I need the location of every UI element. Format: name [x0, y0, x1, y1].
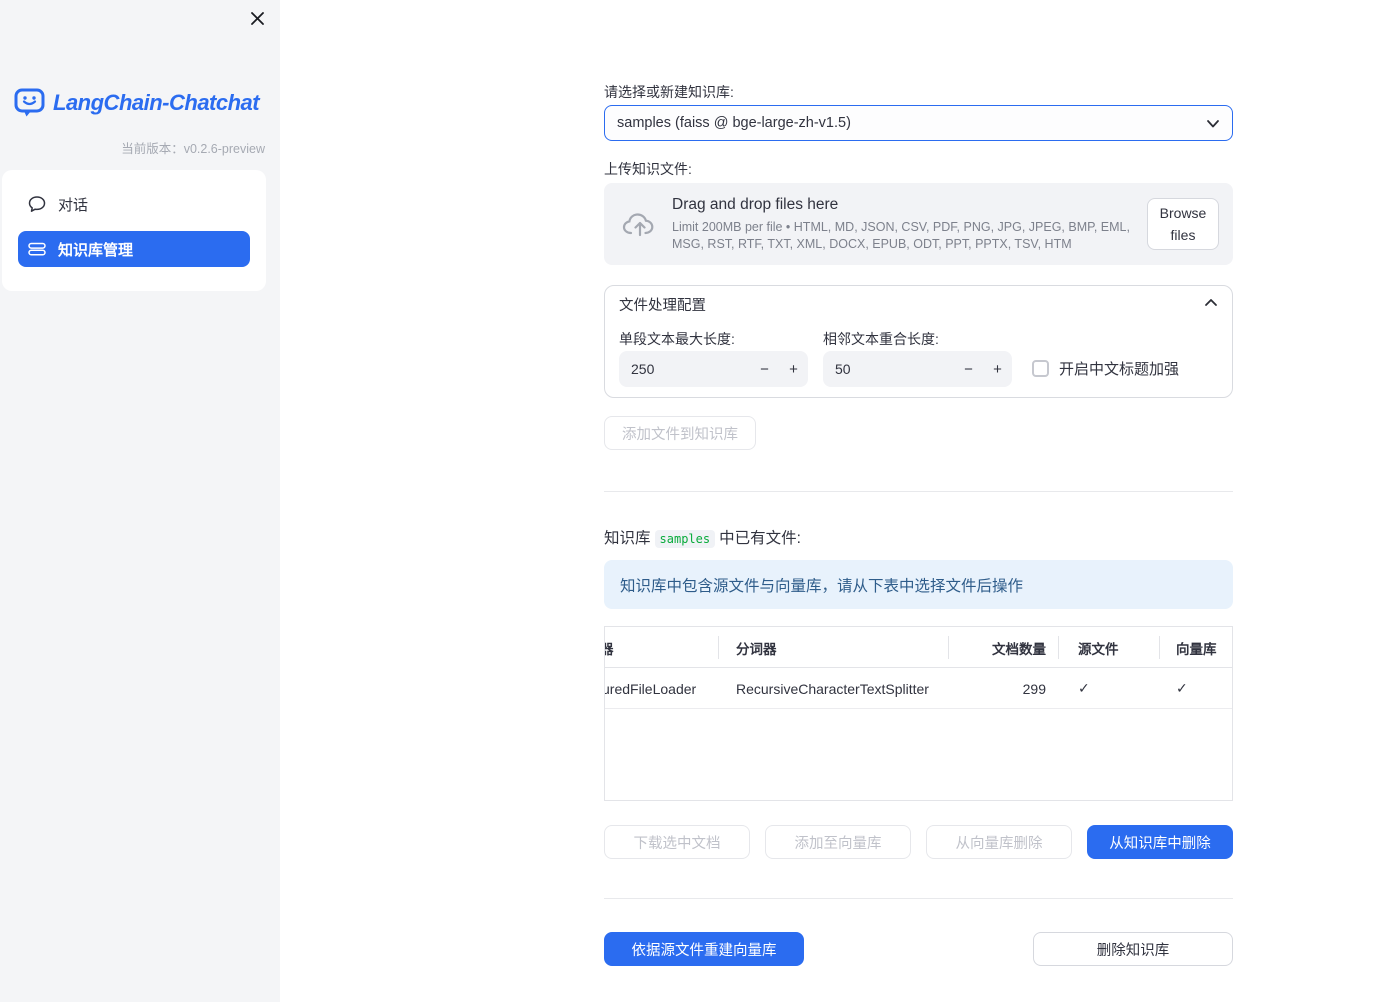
kb-select-value: samples (faiss @ bge-large-zh-v1.5)	[617, 115, 851, 131]
version-info: 当前版本：v0.2.6-preview	[121, 138, 265, 157]
delete-kb-button[interactable]: 删除知识库	[1033, 932, 1233, 966]
sidebar-item-label: 知识库管理	[58, 241, 134, 259]
delete-from-vector-store-button[interactable]: 从向量库删除	[926, 825, 1072, 859]
chunk-size-input[interactable]: 250 − +	[619, 351, 808, 387]
heading-prefix: 知识库	[604, 530, 651, 547]
rebuild-vector-store-button[interactable]: 依据源文件重建向量库	[604, 932, 804, 966]
chunk-size-value[interactable]: 250	[619, 361, 750, 377]
overlap-value[interactable]: 50	[823, 361, 954, 377]
chunk-size-increment-button[interactable]: +	[779, 351, 808, 387]
col-header-vector-store: 向量库	[1176, 641, 1217, 657]
chat-bubble-icon	[28, 195, 46, 213]
kb-select[interactable]: samples (faiss @ bge-large-zh-v1.5)	[604, 105, 1233, 141]
cloud-upload-icon	[622, 210, 658, 238]
app-window: LangChain-Chatchat 当前版本：v0.2.6-preview 对…	[0, 0, 1380, 1002]
kb-files-heading: 知识库 samples 中已有文件:	[604, 526, 801, 548]
app-title: LangChain-Chatchat	[53, 90, 260, 115]
chunk-size-decrement-button[interactable]: −	[750, 351, 779, 387]
cell-doc-count: 299	[1022, 680, 1046, 697]
sidebar: LangChain-Chatchat 当前版本：v0.2.6-preview 对…	[0, 0, 280, 1002]
heading-suffix: 中已有文件:	[719, 530, 801, 547]
version-label: 当前版本：	[121, 142, 184, 156]
cell-source-file-check: ✓	[1078, 680, 1090, 696]
sidebar-item-knowledge-base[interactable]: 知识库管理	[18, 231, 250, 267]
cell-loader: uredFileLoader	[605, 680, 697, 697]
divider	[604, 491, 1233, 492]
add-to-vector-store-button[interactable]: 添加至向量库	[765, 825, 911, 859]
file-actions: 下载选中文档 添加至向量库 从向量库删除 从知识库中删除	[604, 825, 1233, 859]
zh-title-enhance-option: 开启中文标题加强	[1032, 358, 1179, 379]
overlap-input[interactable]: 50 − +	[823, 351, 1012, 387]
browse-files-button[interactable]: Browse files	[1147, 198, 1219, 250]
file-config-expander: 文件处理配置 单段文本最大长度: 相邻文本重合长度: 250 − + 50 − …	[604, 285, 1233, 398]
kb-management-actions: 依据源文件重建向量库 删除知识库	[604, 932, 1233, 966]
kb-select-label: 请选择或新建知识库:	[604, 84, 734, 100]
file-config-expander-header[interactable]: 文件处理配置	[605, 286, 1232, 322]
col-header-source-file: 源文件	[1078, 641, 1119, 657]
dropzone-file-limits: Limit 200MB per file • HTML, MD, JSON, C…	[672, 220, 1130, 251]
app-logo: LangChain-Chatchat	[14, 88, 260, 118]
cell-vector-store-check: ✓	[1176, 680, 1188, 696]
delete-from-kb-button[interactable]: 从知识库中删除	[1087, 825, 1233, 859]
col-header-loader: 器	[605, 627, 718, 668]
column-separator	[718, 636, 719, 659]
chunk-size-label: 单段文本最大长度:	[619, 331, 735, 347]
sidebar-item-dialogue[interactable]: 对话	[18, 186, 250, 222]
divider	[604, 898, 1233, 899]
kb-name-code: samples	[654, 530, 716, 548]
col-header-splitter: 分词器	[736, 641, 777, 657]
add-files-to-kb-button[interactable]: 添加文件到知识库	[604, 416, 756, 450]
dropzone-instructions: Drag and drop files here Limit 200MB per…	[672, 196, 1140, 252]
table-row[interactable]: uredFileLoader RecursiveCharacterTextSpl…	[605, 668, 1232, 709]
info-banner: 知识库中包含源文件与向量库，请从下表中选择文件后操作	[604, 560, 1233, 609]
zh-title-enhance-label: 开启中文标题加强	[1059, 361, 1180, 378]
logo-chat-smiley-icon	[14, 88, 45, 118]
column-separator	[1159, 636, 1160, 659]
expander-title: 文件处理配置	[619, 297, 706, 314]
sidebar-item-label: 对话	[58, 196, 89, 214]
file-dropzone[interactable]: Drag and drop files here Limit 200MB per…	[604, 183, 1233, 265]
sidebar-close-icon[interactable]	[247, 8, 267, 28]
chevron-down-icon	[1206, 117, 1220, 130]
zh-title-enhance-checkbox[interactable]	[1032, 360, 1049, 377]
overlap-increment-button[interactable]: +	[983, 351, 1012, 387]
download-selected-button[interactable]: 下载选中文档	[604, 825, 750, 859]
overlap-label: 相邻文本重合长度:	[823, 331, 939, 347]
table-header-row: 器 分词器 文档数量 源文件 向量库	[605, 627, 1232, 668]
col-header-doc-count: 文档数量	[992, 641, 1046, 657]
column-separator	[948, 636, 949, 659]
chevron-up-icon	[1204, 297, 1218, 309]
cell-splitter: RecursiveCharacterTextSplitter	[736, 680, 929, 697]
version-value: v0.2.6-preview	[183, 142, 265, 156]
column-separator	[1058, 636, 1059, 659]
kb-files-table: 器 分词器 文档数量 源文件 向量库 uredFileLoader Recurs…	[604, 626, 1233, 801]
upload-label: 上传知识文件:	[604, 161, 692, 177]
sidebar-menu: 对话 知识库管理	[2, 170, 266, 291]
stacked-cards-icon	[28, 240, 46, 258]
overlap-decrement-button[interactable]: −	[954, 351, 983, 387]
dropzone-title: Drag and drop files here	[672, 196, 839, 214]
